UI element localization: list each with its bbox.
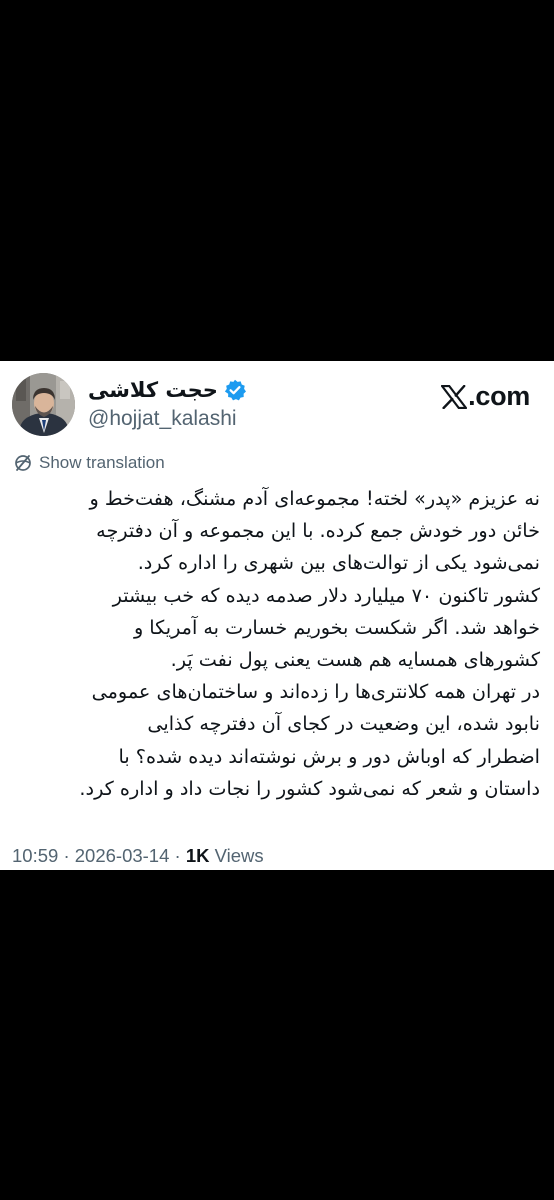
meta-separator: · [63,845,70,866]
tweet-text-line: نه عزیزم «پدر» لخته! مجموعه‌ای آدم مشنگ،… [89,487,541,510]
site-domain: .com [468,381,530,411]
tweet-text-line: کشور تاکنون ۷۰ میلیارد دلار صدمه دیده که… [112,583,540,607]
author-handle[interactable]: @hojjat_kalashi [88,407,388,431]
screenshot-frame: حجت کلاشی @hojjat_kalashi .com Show tran… [0,0,554,1200]
verified-badge-icon [224,379,246,401]
x-logo-icon [441,384,468,409]
tweet-time[interactable]: 10:59 [12,845,58,866]
author-name-row: حجت کلاشی [88,375,388,405]
views-label: Views [214,845,264,866]
views-count: 1K [185,845,210,866]
tweet-text-line: نابود شده، این وضعیت در کجای آن دفترچه ک… [147,712,540,736]
show-translation-link[interactable]: Show translation [13,453,165,473]
meta-separator: · [174,845,181,866]
tweet-date[interactable]: 2026-03-14 [75,845,170,866]
tweet-text-line: در تهران همه کلانتری‌ها را زده‌اند و ساخ… [91,680,540,704]
avatar[interactable] [12,373,75,436]
author-block: حجت کلاشی @hojjat_kalashi [88,375,388,431]
tweet-meta: 10:59 · 2026-03-14 · 1K Views [12,845,264,867]
x-com-logo[interactable]: .com [441,381,530,412]
globe-icon [13,453,33,473]
tweet-text-line: کشورهای همسایه هم هست یعنی پول نفت پَر. [170,648,540,672]
tweet-text: نه عزیزم «پدر» لخته! مجموعه‌ای آدم مشنگ،… [12,483,540,805]
tweet-card[interactable]: حجت کلاشی @hojjat_kalashi .com Show tran… [0,361,554,870]
author-name[interactable]: حجت کلاشی [88,378,218,402]
show-translation-label[interactable]: Show translation [39,453,165,473]
tweet-text-line: خائن دور خودش جمع کرده. با این مجموعه و … [96,519,540,543]
tweet-text-line: اضطرار که اوباش دور و برش نوشته‌اند دیده… [118,744,541,768]
tweet-text-line: نمی‌شود یکی از توالت‌های بین شهری را ادا… [137,551,540,575]
tweet-text-line: خواهد شد. اگر شکست بخوریم خسارت به آمریک… [133,615,540,639]
tweet-text-line: داستان و شعر که نمی‌شود کشور را نجات داد… [79,776,540,800]
